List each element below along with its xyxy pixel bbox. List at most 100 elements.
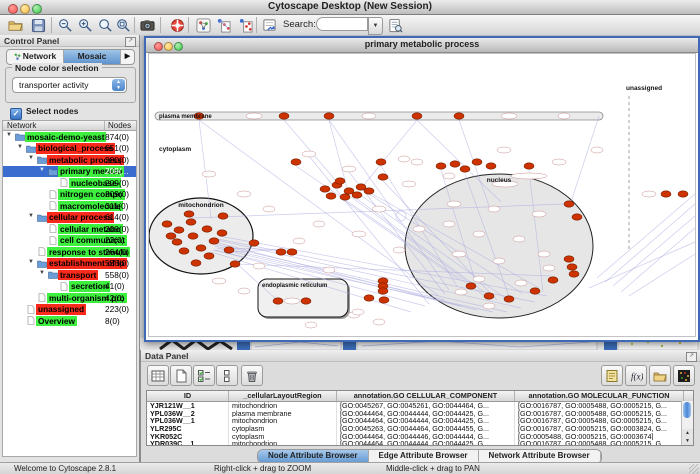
selected-node[interactable] [364, 188, 374, 194]
selected-node[interactable] [217, 230, 227, 236]
tree-row[interactable]: nucleobase-209(0) [3, 177, 136, 189]
selected-node[interactable] [204, 253, 214, 259]
tree-row[interactable]: ▼metabolic process280(0) [3, 154, 136, 166]
table-row[interactable]: YLR295Ccytoplasm[GO:0045263, GO:0044464,… [147, 425, 693, 433]
tree-row[interactable]: ▼mosaic-demo-yeast874(0) [3, 131, 136, 143]
selected-node[interactable] [186, 219, 196, 225]
unselected-node[interactable] [413, 226, 425, 232]
nucleus-region[interactable] [405, 174, 593, 318]
unselected-node[interactable] [284, 298, 300, 304]
selected-node[interactable] [276, 249, 286, 255]
unselected-node[interactable] [501, 113, 517, 119]
plasma-membrane-region[interactable] [155, 112, 603, 120]
unselected-node[interactable] [293, 238, 305, 244]
selected-node[interactable] [466, 283, 476, 289]
snapshot-camera-icon[interactable] [138, 16, 156, 34]
unselected-node[interactable] [202, 171, 216, 177]
new-attribute-icon[interactable] [170, 365, 192, 386]
selected-node[interactable] [179, 248, 189, 254]
selected-node[interactable] [436, 163, 446, 169]
tree-expand-icon[interactable]: ▼ [28, 213, 34, 219]
column-header[interactable]: annotation.GO CELLULAR_COMPONENT [337, 391, 515, 401]
save-session-icon[interactable] [29, 16, 47, 34]
unselected-node[interactable] [398, 156, 410, 162]
search-options-icon[interactable] [386, 16, 404, 34]
tree-row[interactable]: Overview8(0) [3, 315, 136, 327]
unselected-node[interactable] [538, 251, 550, 257]
unselected-node[interactable] [455, 289, 467, 295]
unselected-node[interactable] [373, 319, 385, 325]
selected-node[interactable] [412, 113, 422, 119]
unselected-node[interactable] [411, 159, 423, 165]
unselected-node[interactable] [532, 211, 546, 217]
unselected-node[interactable] [452, 251, 466, 257]
selected-node[interactable] [196, 245, 206, 251]
column-header[interactable]: ID [147, 391, 229, 401]
network-view-icon[interactable] [194, 16, 212, 34]
scrollbar-arrows-icon[interactable]: ▲▼ [682, 429, 693, 445]
unselected-node[interactable] [323, 267, 335, 273]
annotation-notes-icon[interactable] [601, 365, 623, 386]
selected-node[interactable] [486, 163, 496, 169]
unselected-node[interactable] [238, 288, 250, 294]
selected-node[interactable] [172, 239, 182, 245]
selected-node[interactable] [291, 159, 301, 165]
matrix-view-icon[interactable] [673, 365, 695, 386]
unselected-node[interactable] [483, 303, 495, 309]
help-ring-icon[interactable] [168, 16, 186, 34]
selected-node[interactable] [162, 221, 172, 227]
unselected-node[interactable] [443, 173, 455, 179]
unselected-node[interactable] [342, 166, 356, 172]
selected-node[interactable] [567, 264, 577, 270]
unselected-node[interactable] [372, 206, 386, 212]
tree-expand-icon[interactable]: ▼ [28, 155, 34, 161]
selected-node[interactable] [352, 192, 362, 198]
unselected-node[interactable] [352, 231, 366, 237]
selected-node[interactable] [472, 159, 482, 165]
unselected-node[interactable] [237, 191, 251, 197]
selected-node[interactable] [230, 261, 240, 267]
selected-node[interactable] [378, 174, 388, 180]
unselected-node[interactable] [246, 113, 262, 119]
unselected-node[interactable] [447, 201, 461, 207]
unselected-node[interactable] [515, 280, 527, 286]
open-attribute-folder-icon[interactable] [649, 365, 671, 386]
tab-mosaic[interactable]: Mosaic [64, 50, 121, 64]
tree-row[interactable]: cellular metabo209(0) [3, 223, 136, 235]
float-data-panel-icon[interactable]: ↗ [686, 352, 697, 362]
unselected-node[interactable] [305, 322, 317, 328]
selected-node[interactable] [569, 271, 579, 277]
tree-row[interactable]: unassigned223(0) [3, 304, 136, 316]
selected-node[interactable] [188, 233, 198, 239]
layout-a-icon[interactable] [214, 16, 232, 34]
unselected-node[interactable] [543, 265, 555, 271]
selected-node[interactable] [450, 161, 460, 167]
unselected-node[interactable] [473, 231, 485, 237]
zoom-out-icon[interactable] [56, 16, 74, 34]
selected-node[interactable] [484, 293, 494, 299]
tree-row[interactable]: nitrogen compo209(0) [3, 189, 136, 201]
tree-row[interactable]: multi-organism pro42(0) [3, 292, 136, 304]
zoom-in-icon[interactable] [76, 16, 94, 34]
table-vertical-scrollbar[interactable]: ▲▼ [681, 401, 693, 445]
search-dropdown-icon[interactable]: ▼ [368, 17, 383, 35]
layout-b-icon[interactable] [236, 16, 254, 34]
network-canvas[interactable]: plasma membranecytoplasmmitochondrionnuc… [148, 53, 696, 337]
unselected-node[interactable] [443, 221, 455, 227]
unselected-node[interactable] [497, 147, 511, 153]
selected-node[interactable] [340, 194, 350, 200]
select-nodes-row[interactable]: ✓Select nodes [10, 105, 78, 117]
selected-node[interactable] [548, 277, 558, 283]
unselected-node[interactable] [552, 159, 566, 165]
selected-node[interactable] [273, 298, 283, 304]
unselected-node[interactable] [253, 263, 265, 269]
unselected-node[interactable] [393, 247, 405, 253]
tree-expand-icon[interactable]: ▼ [28, 259, 34, 265]
attribute-table-icon[interactable] [147, 365, 169, 386]
tab-overflow-arrow-icon[interactable]: ▶ [121, 50, 134, 64]
unselected-node[interactable] [591, 147, 603, 153]
tree-row[interactable]: ▼cellular process614(0) [3, 212, 136, 224]
unselect-attributes-icon[interactable] [216, 365, 238, 386]
formula-fx-icon[interactable]: f(x) [625, 365, 647, 386]
tree-row[interactable]: ▼primary metabo209(... [3, 166, 136, 178]
